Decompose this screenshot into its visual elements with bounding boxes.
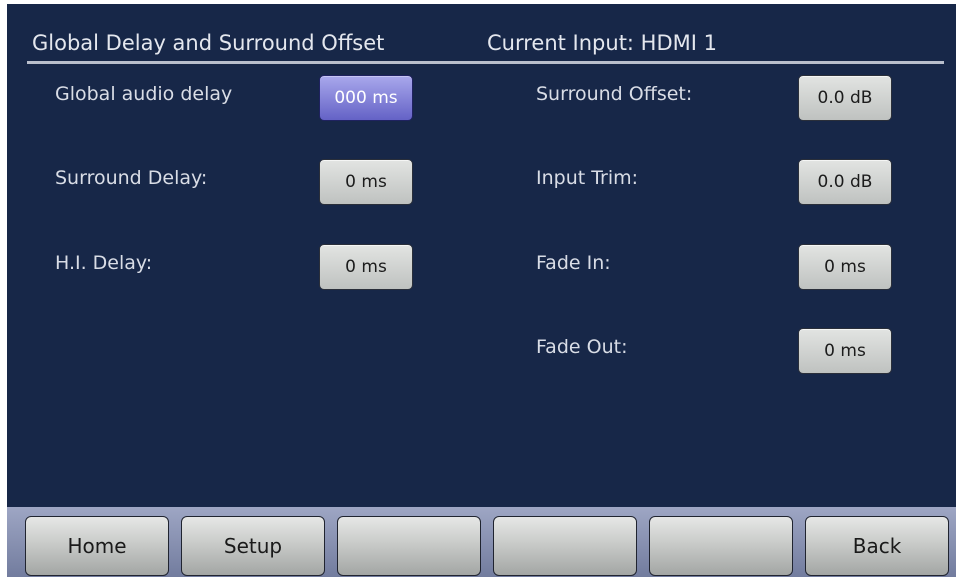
fade-in-label: Fade In: [536, 252, 611, 274]
surround-delay-value-button[interactable]: 0 ms [319, 159, 413, 205]
input-trim-value-button[interactable]: 0.0 dB [798, 159, 892, 205]
fade-in-value-button[interactable]: 0 ms [798, 244, 892, 290]
hi-delay-label: H.I. Delay: [55, 252, 153, 274]
fade-out-label: Fade Out: [536, 336, 628, 358]
hi-delay-value-button[interactable]: 0 ms [319, 244, 413, 290]
surround-offset-value-button[interactable]: 0.0 dB [798, 75, 892, 121]
input-trim-label: Input Trim: [536, 167, 639, 189]
fade-out-value-button[interactable]: 0 ms [798, 328, 892, 374]
setup-button[interactable]: Setup [181, 516, 325, 576]
soft-key-5-button[interactable] [649, 516, 793, 576]
header-divider [27, 61, 944, 64]
surround-offset-label: Surround Offset: [536, 83, 693, 105]
current-input-indicator: Current Input: HDMI 1 [487, 31, 717, 55]
page-title: Global Delay and Surround Offset [32, 31, 385, 55]
footer-bar: Home Setup Back [7, 507, 956, 577]
surround-delay-label: Surround Delay: [55, 167, 208, 189]
soft-key-4-button[interactable] [493, 516, 637, 576]
home-button[interactable]: Home [25, 516, 169, 576]
delay-settings-screen: Global Delay and Surround Offset Current… [7, 4, 956, 577]
back-button[interactable]: Back [805, 516, 949, 576]
soft-key-3-button[interactable] [337, 516, 481, 576]
global-audio-delay-value-button[interactable]: 000 ms [319, 75, 413, 121]
global-audio-delay-label: Global audio delay [55, 83, 233, 105]
